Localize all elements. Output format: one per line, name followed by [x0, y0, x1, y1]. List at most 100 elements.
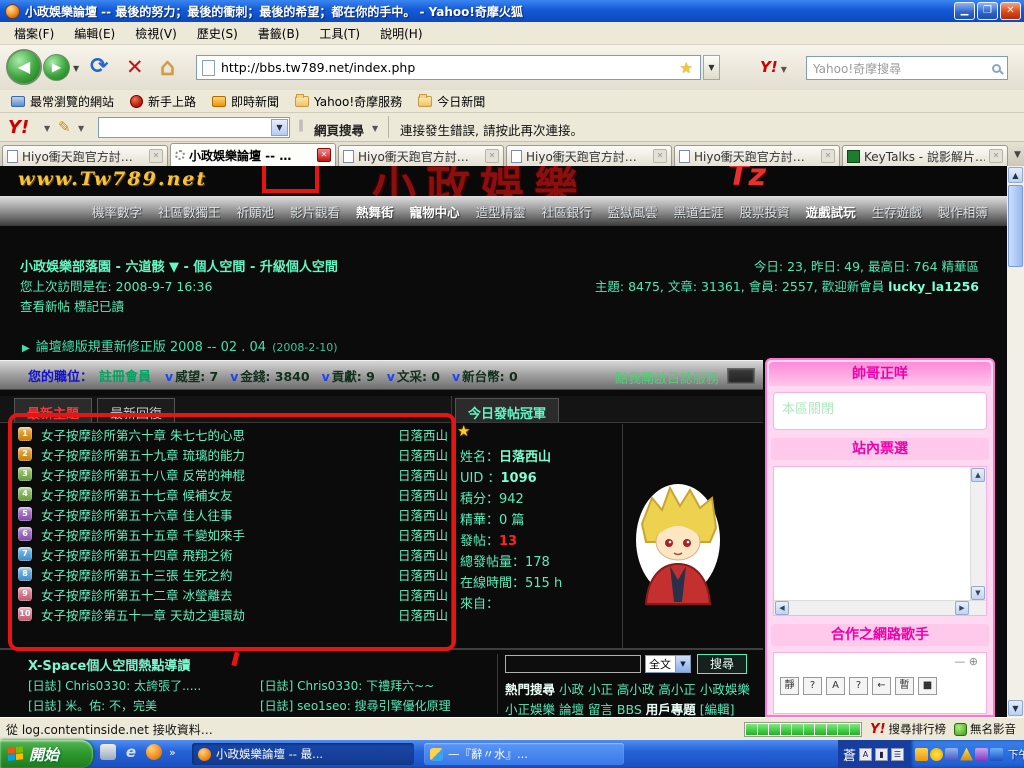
tab-latest-topics[interactable]: 最新主題 — [14, 398, 92, 422]
bookmark-item[interactable]: 即時新聞 — [207, 91, 284, 112]
site-nav-item[interactable]: 社區銀行 — [542, 202, 592, 221]
poll-vertical-scrollbar[interactable]: ▲ ▼ — [970, 467, 986, 601]
ime-keyboard-icon[interactable]: ☰ — [891, 748, 904, 761]
topic-title-link[interactable]: 女子按摩診所第五十五章 千變如來手 — [41, 525, 245, 544]
site-nav-item[interactable]: 社區數獨王 — [158, 202, 221, 221]
forum-search-button[interactable]: 搜尋 — [697, 654, 747, 674]
select-dropdown-icon[interactable]: ▼ — [675, 656, 690, 672]
browser-tab[interactable]: Hiyo衝天跑官方討… ✕ — [2, 145, 168, 166]
browser-tab[interactable]: Hiyo衝天跑官方討… ✕ — [506, 145, 672, 166]
player-button[interactable]: 靜 — [780, 677, 799, 695]
home-button[interactable]: ⌂ — [160, 53, 175, 81]
stop-button[interactable]: ✕ — [126, 55, 144, 79]
menu-item[interactable]: 檢視(V) — [125, 22, 187, 45]
search-scope-select[interactable]: 全文 ▼ — [645, 655, 691, 673]
site-nav-item[interactable]: 製作相簿 — [938, 202, 988, 221]
bookmark-item[interactable]: 最常瀏覽的網站 — [6, 91, 119, 112]
topic-title-link[interactable]: 女子按摩診所第五十四章 飛翔之術 — [41, 545, 232, 564]
bookmark-item[interactable]: Yahoo!奇摩服務 — [290, 91, 407, 112]
site-nav-item[interactable]: 監獄風雲 — [608, 202, 658, 221]
player-button[interactable]: ? — [803, 677, 822, 695]
topic-author-link[interactable]: 日落西山 — [398, 565, 448, 584]
maximize-button[interactable]: ❐ — [977, 2, 998, 20]
task-button-firefox[interactable]: 小政娛樂論壇 -- 最... — [192, 743, 414, 765]
browser-tab[interactable]: Hiyo衝天跑官方討… ✕ — [674, 145, 840, 166]
tray-messenger-icon[interactable] — [930, 748, 943, 761]
site-nav-item[interactable]: 遊戲試玩 — [806, 202, 856, 221]
pencil-menu-caret[interactable]: ▼ — [78, 124, 84, 133]
url-history-dropdown[interactable]: ▼ — [703, 55, 720, 80]
tab-close-icon[interactable]: ✕ — [485, 149, 499, 163]
close-button[interactable]: ✕ — [1000, 2, 1021, 20]
url-text[interactable]: http://bbs.tw789.net/index.php — [221, 60, 680, 75]
journal-service-link[interactable]: 點我開啟日誌服務 — [615, 368, 719, 387]
language-bar[interactable]: 蒼 A ▮ ☰ — [838, 740, 910, 768]
site-nav-item[interactable]: 寵物中心 — [410, 202, 460, 221]
site-nav-item[interactable]: 生存遊戲 — [872, 202, 922, 221]
wretch-video-badge[interactable]: 無名影音 — [954, 721, 1016, 737]
site-nav-item[interactable]: 黑道生涯 — [674, 202, 724, 221]
tab-close-icon[interactable]: ✕ — [149, 149, 163, 163]
topic-author-link[interactable]: 日落西山 — [398, 505, 448, 524]
tray-mail-icon[interactable] — [915, 748, 928, 761]
forum-search-input[interactable] — [505, 655, 641, 673]
player-misc-icons[interactable]: — ⊕ — [954, 655, 978, 668]
player-button[interactable]: A — [826, 677, 845, 695]
site-nav-item[interactable]: 祈願池 — [237, 202, 275, 221]
player-button[interactable]: 暫 — [895, 677, 914, 695]
topic-author-link[interactable]: 日落西山 — [398, 465, 448, 484]
minimize-button[interactable]: ▁ — [954, 2, 975, 20]
tray-volume-icon[interactable] — [975, 748, 988, 761]
topic-title-link[interactable]: 女子按摩診所第五十九章 琉璃的能力 — [41, 445, 245, 464]
scroll-up-icon[interactable]: ▲ — [971, 468, 985, 482]
forward-history-dropdown[interactable]: ▼ — [73, 64, 79, 73]
browser-tab[interactable]: 小政娛樂論壇 -- … ✕ — [170, 143, 336, 166]
start-button[interactable]: 開始 — [0, 740, 93, 768]
url-bar[interactable]: http://bbs.tw789.net/index.php ★ — [196, 55, 701, 80]
tray-journal-icon[interactable] — [990, 748, 1003, 761]
topic-title-link[interactable]: 女子按摩診所第五十三張 生死之約 — [41, 565, 232, 584]
internet-explorer-icon[interactable]: e — [123, 744, 139, 760]
announcement[interactable]: ▶論壇總版規重新修正版 2008 -- 02 . 04(2008-2-10) — [22, 336, 338, 355]
scroll-right-icon[interactable]: ▶ — [955, 601, 969, 615]
ime-indicator[interactable]: 蒼 — [843, 745, 856, 764]
topic-author-link[interactable]: 日落西山 — [398, 525, 448, 544]
tray-app-icon[interactable] — [945, 748, 958, 761]
hot-search-line1[interactable]: 熱門搜尋 小政 小正 高小政 高小正 小政娛樂 — [505, 679, 750, 698]
breadcrumb[interactable]: 小政娛樂部落園 - 六道骸 ▼ - 個人空間 - 升級個人空間 — [20, 256, 338, 275]
player-button[interactable]: ← — [872, 677, 891, 695]
topic-author-link[interactable]: 日落西山 — [398, 585, 448, 604]
quicklaunch-overflow-icon[interactable]: » — [169, 746, 176, 759]
topic-title-link[interactable]: 女子按摩診所第五十二章 冰瑩離去 — [41, 585, 232, 604]
site-nav-item[interactable]: 股票投資 — [740, 202, 790, 221]
yahoo-logo[interactable]: Y! — [8, 117, 29, 138]
hot-search-line2[interactable]: 小正娛樂 論壇 留言 BBS 用戶專題 [編輯] — [505, 699, 735, 717]
tab-close-icon[interactable]: ✕ — [989, 149, 1003, 163]
yahoo-toolbar-search-input[interactable]: ▼ — [98, 117, 290, 138]
quick-links[interactable]: 查看新帖 標記已讀 — [20, 296, 124, 315]
menu-item[interactable]: 檔案(F) — [4, 22, 64, 45]
yahoo-rank-badge[interactable]: Y!搜尋排行榜 — [870, 721, 946, 737]
site-nav-item[interactable]: 機率數字 — [92, 202, 142, 221]
browser-scrollbar[interactable]: ▲ ▼ — [1007, 166, 1024, 717]
journal-entry-link[interactable]: [日誌] Chris0330: 太誇張了..... — [28, 677, 260, 697]
connection-error-message[interactable]: 連接發生錯誤, 請按此再次連接。 — [400, 120, 583, 139]
site-nav-item[interactable]: 造型精靈 — [476, 202, 526, 221]
scrollbar-up-icon[interactable]: ▲ — [1008, 167, 1023, 183]
topic-title-link[interactable]: 女子按摩診所第六十章 朱七七的心思 — [41, 425, 245, 444]
tab-list-dropdown[interactable]: ▼ — [1014, 150, 1021, 160]
topic-author-link[interactable]: 日落西山 — [398, 445, 448, 464]
toolbar-resize-handle[interactable]: ∥ — [298, 118, 304, 132]
task-button-messenger[interactable]: —『辭〃水』... — [424, 743, 624, 765]
tab-close-icon[interactable]: ✕ — [317, 148, 331, 162]
topic-title-link[interactable]: 女子按摩診所第五十七章 候補女友 — [41, 485, 232, 504]
yahoo-menu-caret[interactable]: ▼ — [44, 124, 50, 133]
scrollbar-thumb[interactable] — [1008, 185, 1023, 267]
ime-shape-icon[interactable]: ▮ — [875, 748, 888, 761]
bookmark-item[interactable]: 今日新聞 — [413, 91, 490, 112]
topic-title-link[interactable]: 女子按摩診所第五十八章 反常的神棍 — [41, 465, 245, 484]
firefox-quicklaunch-icon[interactable] — [146, 744, 162, 760]
web-search-button[interactable]: 網頁搜尋 — [314, 120, 364, 139]
journal-entry-link[interactable]: [日誌] Chris0330: 下禮拜六~~ — [260, 677, 492, 697]
show-desktop-icon[interactable] — [100, 744, 116, 760]
